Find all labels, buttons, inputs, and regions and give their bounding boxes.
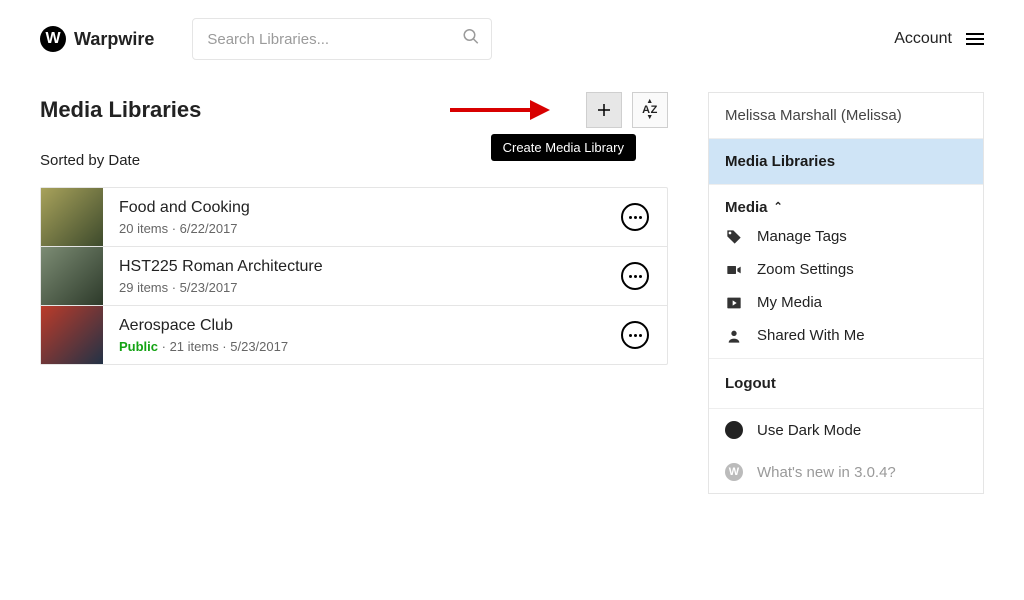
sidebar-dark-mode[interactable]: Use Dark Mode <box>709 409 983 451</box>
library-name: Aerospace Club <box>119 317 288 335</box>
library-row[interactable]: Aerospace Club Public · 21 items · 5/23/… <box>41 306 667 364</box>
annotation-arrow-icon <box>450 98 550 122</box>
search-input[interactable] <box>192 18 492 60</box>
dark-mode-icon <box>725 421 743 439</box>
library-more-button[interactable] <box>621 262 649 290</box>
sidebar-item-label: My Media <box>757 294 822 311</box>
library-thumbnail <box>41 188 103 246</box>
library-thumbnail <box>41 247 103 305</box>
menu-icon[interactable] <box>966 30 984 48</box>
brand-logo-icon: W <box>40 26 66 52</box>
sidebar-whats-new[interactable]: W What's new in 3.0.4? <box>709 451 983 493</box>
tag-icon <box>725 229 743 245</box>
sidebar-item-zoom-settings[interactable]: Zoom Settings <box>709 253 983 286</box>
sidebar-item-label: Shared With Me <box>757 327 865 344</box>
library-meta: Public · 21 items · 5/23/2017 <box>119 339 288 354</box>
library-name: HST225 Roman Architecture <box>119 258 323 276</box>
search-icon[interactable] <box>462 28 480 51</box>
sidebar-section-label: Media <box>725 199 768 216</box>
account-sidebar: Melissa Marshall (Melissa) Media Librari… <box>708 92 984 494</box>
warpwire-small-icon: W <box>725 463 743 481</box>
brand-logo[interactable]: W Warpwire <box>40 26 154 52</box>
sidebar-item-my-media[interactable]: My Media <box>709 286 983 319</box>
library-thumbnail <box>41 306 103 364</box>
video-icon <box>725 262 743 278</box>
public-badge: Public <box>119 339 158 354</box>
sort-button[interactable]: ▲ AZ ▼ <box>632 92 668 128</box>
sidebar-section-media[interactable]: Media ⌃ <box>709 185 983 220</box>
search-box <box>192 18 492 60</box>
library-meta: 29 items · 5/23/2017 <box>119 280 323 295</box>
sidebar-item-manage-tags[interactable]: Manage Tags <box>709 220 983 253</box>
play-icon <box>725 295 743 311</box>
sidebar-item-label: What's new in 3.0.4? <box>757 464 896 481</box>
library-list: Food and Cooking 20 items · 6/22/2017 HS… <box>40 187 668 365</box>
page-title: Media Libraries <box>40 97 201 123</box>
sidebar-item-label: Use Dark Mode <box>757 422 861 439</box>
library-meta: 20 items · 6/22/2017 <box>119 221 250 236</box>
app-header: W Warpwire Account <box>0 0 1024 60</box>
add-library-tooltip: Create Media Library <box>491 134 636 161</box>
brand-name: Warpwire <box>74 29 154 50</box>
library-name: Food and Cooking <box>119 199 250 217</box>
chevron-up-icon: ⌃ <box>774 200 783 213</box>
sidebar-user: Melissa Marshall (Melissa) <box>709 93 983 139</box>
person-icon <box>725 328 743 344</box>
sidebar-item-shared-with-me[interactable]: Shared With Me <box>709 319 983 358</box>
library-row[interactable]: Food and Cooking 20 items · 6/22/2017 <box>41 188 667 247</box>
sidebar-logout[interactable]: Logout <box>709 358 983 409</box>
library-row[interactable]: HST225 Roman Architecture 29 items · 5/2… <box>41 247 667 306</box>
library-more-button[interactable] <box>621 321 649 349</box>
sidebar-item-label: Manage Tags <box>757 228 847 245</box>
plus-icon <box>595 101 613 119</box>
add-library-button[interactable] <box>586 92 622 128</box>
library-more-button[interactable] <box>621 203 649 231</box>
sidebar-item-label: Zoom Settings <box>757 261 854 278</box>
account-link[interactable]: Account <box>894 30 952 48</box>
sidebar-item-media-libraries[interactable]: Media Libraries <box>709 139 983 185</box>
